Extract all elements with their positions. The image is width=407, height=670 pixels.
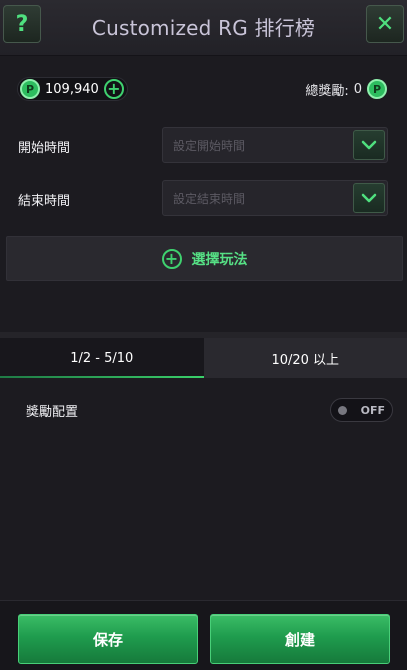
question-icon: ? xyxy=(15,11,29,37)
chevron-down-icon[interactable] xyxy=(353,183,385,213)
help-button[interactable]: ? xyxy=(3,5,41,43)
coin-icon: P xyxy=(20,79,40,99)
total-reward-value: 0 xyxy=(353,81,362,97)
end-time-select[interactable]: 設定結束時間 xyxy=(162,180,388,216)
footer-bar: 保存 創建 xyxy=(0,600,407,670)
toggle-knob xyxy=(338,405,347,415)
chevron-down-icon[interactable] xyxy=(353,130,385,160)
page-title: Customized RG 排行榜 xyxy=(91,15,316,40)
choose-game-button[interactable]: + 選擇玩法 xyxy=(6,236,403,281)
reward-config-toggle[interactable]: OFF xyxy=(330,398,393,422)
reward-config-label: 獎勵配置 xyxy=(26,405,79,420)
coin-icon: P xyxy=(367,79,387,99)
tab-tier-1[interactable]: 1/2 - 5/10 xyxy=(0,338,204,378)
total-reward-label: 總獎勵: xyxy=(305,83,349,99)
plus-icon: + xyxy=(161,248,182,269)
end-time-label: 結束時間 xyxy=(18,194,71,209)
close-button[interactable]: ✕ xyxy=(366,5,404,43)
balance-value: 109,940 xyxy=(45,81,99,97)
end-time-placeholder: 設定結束時間 xyxy=(173,191,246,206)
save-button[interactable]: 保存 xyxy=(18,614,198,664)
header-bar: ? Customized RG 排行榜 ✕ xyxy=(0,0,407,56)
start-time-select[interactable]: 設定開始時間 xyxy=(162,127,388,163)
close-icon: ✕ xyxy=(375,11,395,37)
balance-pill: P 109,940 + xyxy=(17,77,128,101)
tab-tier-2[interactable]: 10/20 以上 xyxy=(203,338,407,378)
start-time-placeholder: 設定開始時間 xyxy=(173,138,246,153)
choose-game-label: 選擇玩法 xyxy=(191,251,248,268)
start-time-label: 開始時間 xyxy=(18,141,71,156)
add-balance-button[interactable]: + xyxy=(103,79,124,99)
tier-tabs: 1/2 - 5/10 10/20 以上 xyxy=(0,338,407,378)
create-button[interactable]: 創建 xyxy=(210,614,390,664)
toggle-state: OFF xyxy=(360,403,385,417)
total-reward: 總獎勵: 0 P xyxy=(305,77,387,101)
